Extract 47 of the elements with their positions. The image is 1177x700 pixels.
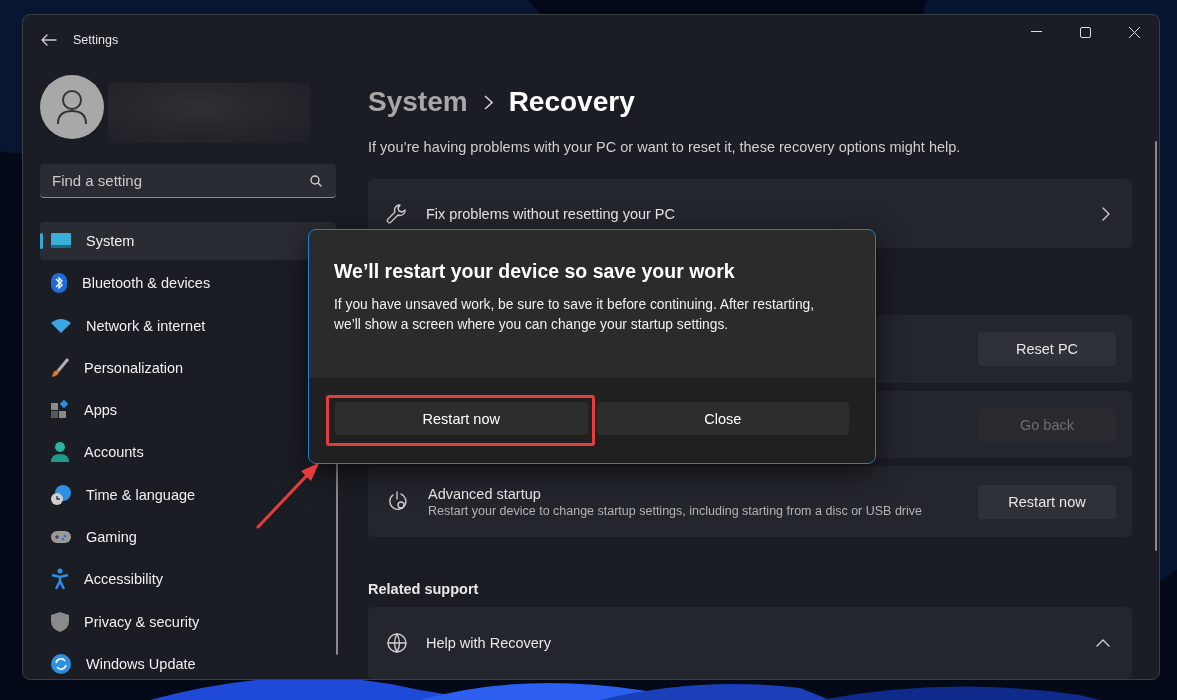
sidebar-item[interactable]: Windows Update: [40, 644, 336, 679]
action-button[interactable]: Reset PC: [978, 332, 1116, 366]
card-title: Fix problems without resetting your PC: [426, 205, 676, 222]
wifi-icon: [50, 317, 72, 334]
monitor-icon: [50, 232, 72, 250]
apps-icon: [50, 400, 70, 421]
sync-icon: [50, 652, 72, 675]
sidebar-item[interactable]: Time & language: [40, 475, 336, 514]
search-field[interactable]: Find a setting: [40, 164, 336, 198]
chevron-right-icon: [1102, 206, 1110, 221]
accessibility-icon: [50, 568, 70, 591]
globe-clock-icon: [50, 483, 72, 506]
pointer-arrow: [255, 461, 321, 531]
page-description: If you’re having problems with your PC or want to reset it, these recovery options might help.: [368, 139, 962, 155]
card-description: Restart your device to change startup settings, including starting from a disc or USB drive: [428, 503, 923, 518]
sidebar-item[interactable]: Accessibility: [40, 560, 336, 599]
dialog-message: If you have unsaved work, be sure to save it before continuing. After restarting, we’ll show a screen where you can change your startup settings.: [334, 296, 816, 334]
chevron-right-icon: [483, 94, 493, 110]
breadcrumb-item: Recovery: [508, 86, 635, 118]
paintbrush-icon: [50, 357, 70, 378]
bluetooth-icon: [50, 272, 68, 295]
window-title: Settings: [73, 33, 119, 47]
section-heading: Related support: [368, 581, 480, 597]
card-title: Advanced startup: [428, 485, 542, 502]
action-button[interactable]: Restart now: [978, 484, 1116, 519]
gamepad-icon: [50, 529, 72, 546]
maximize-icon[interactable]: [1080, 26, 1091, 38]
sidebar-item[interactable]: Apps: [40, 391, 336, 430]
sidebar-item[interactable]: Accounts: [40, 433, 336, 472]
dialog-title: We’ll restart your device so save your work: [334, 260, 736, 283]
breadcrumb-item[interactable]: System: [368, 86, 468, 118]
dialog-button[interactable]: Restart now: [335, 402, 588, 435]
sidebar-item[interactable]: System: [40, 222, 336, 260]
sidebar-item[interactable]: Gaming: [40, 518, 336, 557]
card-title: Help with Recovery: [426, 635, 552, 651]
globe-search-icon: [386, 632, 408, 654]
back-arrow-icon[interactable]: [41, 34, 57, 46]
expander-card[interactable]: Help with Recovery: [368, 607, 1132, 679]
sidebar-item[interactable]: Privacy & security: [40, 602, 336, 641]
sidebar-item[interactable]: Personalization: [40, 348, 336, 387]
search-icon: [310, 175, 322, 187]
dialog-button[interactable]: Close: [596, 402, 849, 435]
close-icon[interactable]: [1129, 26, 1140, 38]
shield-icon: [50, 610, 70, 633]
minimize-icon[interactable]: [1031, 31, 1042, 33]
person-icon: [50, 441, 70, 464]
wrench-icon: [386, 202, 408, 225]
